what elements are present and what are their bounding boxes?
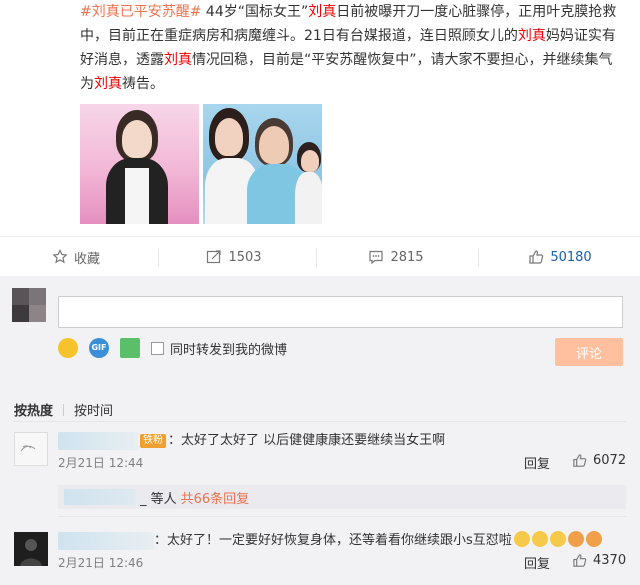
sub-replies-link[interactable]: _ 等人 共66条回复 [58,485,626,509]
comment-date: 2月21日 12:44 [58,456,144,470]
like-button[interactable]: 50180 [484,237,636,277]
fan-badge: 铁粉 [140,433,166,448]
repost-checkbox[interactable] [151,341,164,355]
comment-like-button[interactable]: 4370 [572,553,626,568]
crying-emoji-icon [549,531,566,547]
post-text: #刘真已平安苏醒# 44岁“国标女王”刘真日前被曝开刀一度心脏骤停，正用叶克膜抢… [80,0,625,96]
submit-comment-button[interactable]: 评论 [555,338,623,366]
gif-icon[interactable]: GIF [89,338,109,358]
comment-body: 太好了！一定要好好恢复身体，还等着看你继续跟小s互怼啦 [167,533,512,548]
hashtag-link[interactable]: #刘真已平安苏醒# [80,4,201,20]
keyword-link[interactable]: 刘真 [518,28,546,44]
sort-tabs: 按热度 按时间 [14,400,113,419]
comment-like-button[interactable]: 6072 [572,453,626,468]
sort-by-hot-tab[interactable]: 按热度 [14,400,53,419]
star-icon [52,249,68,265]
fist-emoji-icon [585,531,602,547]
comment-count: 2815 [390,249,424,265]
crying-emoji-icon [513,531,530,547]
repost-count: 1503 [228,249,262,265]
emoji-icon[interactable] [58,338,78,358]
comment-text: ：太好了！一定要好好恢复身体，还等着看你继续跟小s互怼啦 [58,529,602,550]
thumbs-up-icon [572,453,587,468]
comment-icon [368,249,384,265]
comments-section: GIF 同时转发到我的微博 评论 按热度 按时间 铁粉 ：太好了太好了 以后健健康… [0,276,640,585]
commenter-avatar[interactable] [14,532,48,566]
user-avatar [12,288,46,322]
sort-by-time-tab[interactable]: 按时间 [74,400,113,419]
comment-body: 太好了太好了 以后健健康康还要继续当女王啊 [181,433,446,448]
comment-button[interactable]: 2815 [320,237,472,277]
sub-replies-count[interactable]: 共66条回复 [181,488,250,507]
thumbs-up-icon [528,249,544,265]
keyword-link[interactable]: 刘真 [164,52,192,68]
composer-tools: GIF 同时转发到我的微博 [58,337,287,359]
sub-replies-suffix: _ 等人 [140,491,177,507]
post-photo-2[interactable] [203,104,322,224]
repost-button[interactable]: 1503 [158,237,310,277]
comment-date: 2月21日 12:46 [58,556,144,570]
reply-button[interactable]: 回复 [524,453,550,472]
comment-text: 铁粉 ：太好了太好了 以后健健康康还要继续当女王啊 [58,429,445,450]
commenter-avatar[interactable] [14,432,48,466]
image-icon[interactable] [120,338,140,358]
post-text-segment: 祷告。 [122,76,164,92]
post-text-segment: 44岁“国标女王” [201,4,309,20]
replier-name [64,489,136,505]
post-photo-1[interactable] [80,104,199,224]
action-bar: 收藏 1503 2815 50180 [0,236,640,276]
keyword-link[interactable]: 刘真 [94,76,122,92]
fist-emoji-icon [567,531,584,547]
like-count: 50180 [550,249,592,265]
keyword-link[interactable]: 刘真 [308,4,336,20]
comment-like-count: 4370 [593,553,627,568]
favorite-button[interactable]: 收藏 [0,237,152,277]
thumbs-up-icon [572,553,587,568]
commenter-name[interactable] [58,431,138,450]
reply-button[interactable]: 回复 [524,553,550,572]
comment-input[interactable] [58,296,623,328]
favorite-label: 收藏 [73,251,100,267]
repost-icon [206,249,222,265]
crying-emoji-icon [531,531,548,547]
commenter-name[interactable] [58,531,154,550]
repost-checkbox-label: 同时转发到我的微博 [170,342,288,358]
comment-like-count: 6072 [593,453,627,468]
